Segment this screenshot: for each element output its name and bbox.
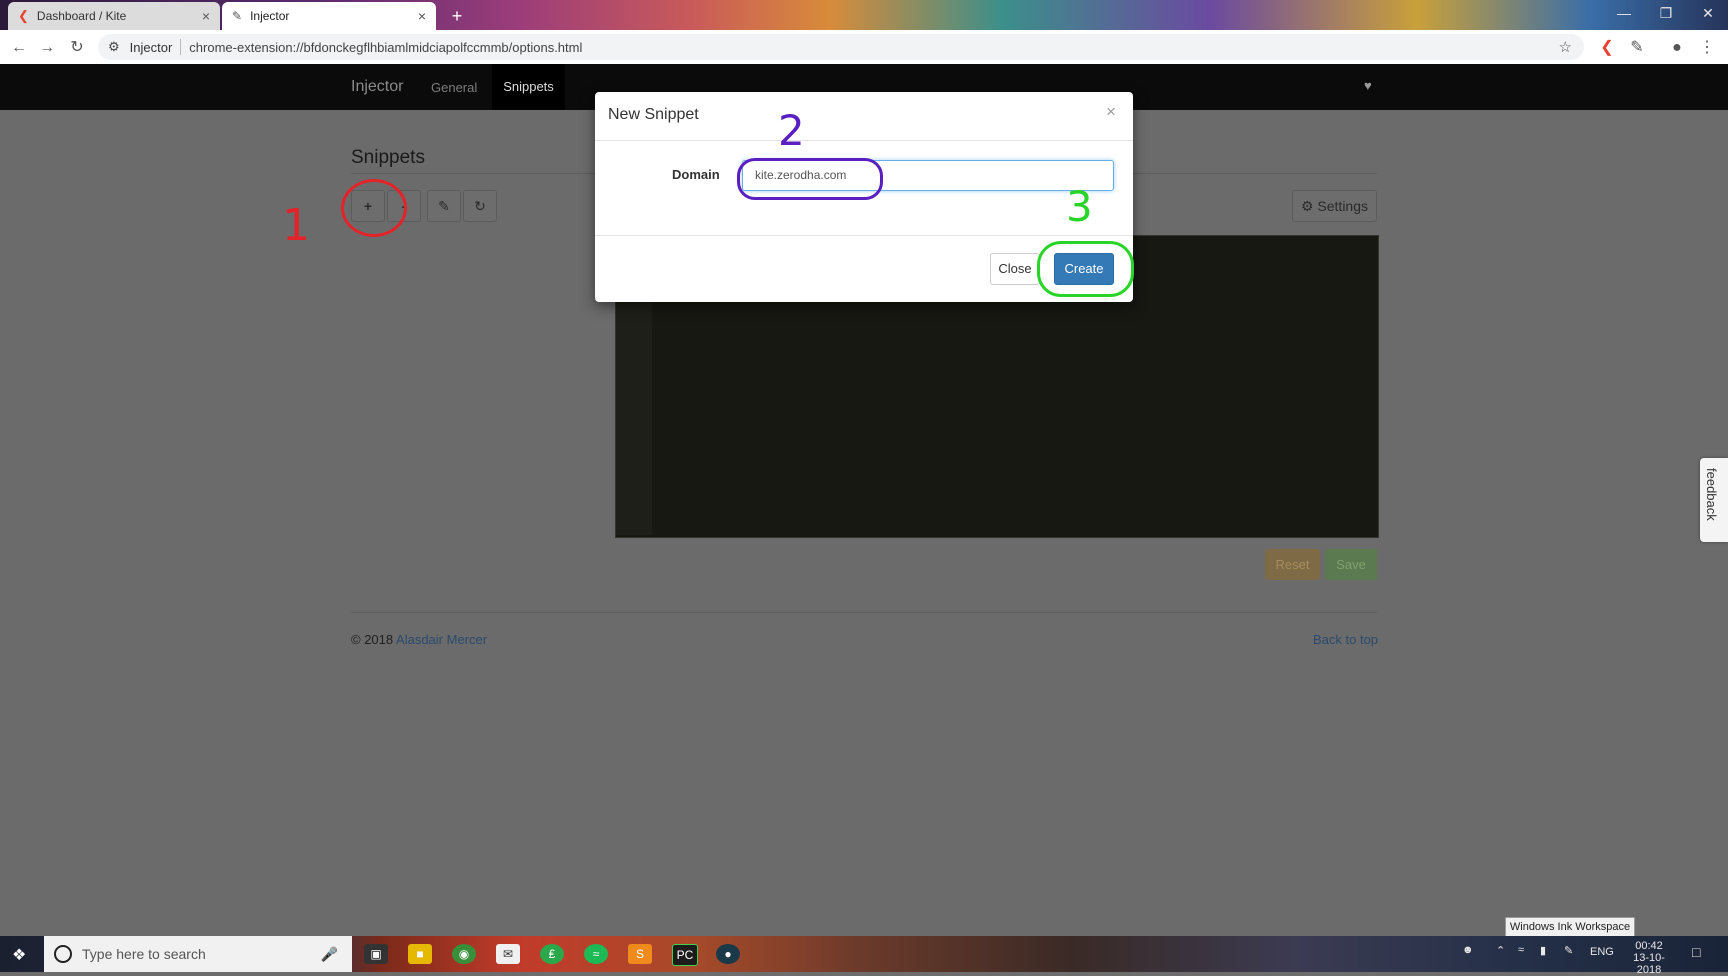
battery-icon[interactable]: ▮ [1540, 944, 1546, 957]
site-label: Injector [129, 39, 173, 55]
search-placeholder: Type here to search [82, 946, 206, 962]
url-text[interactable]: chrome-extension://bfdonckegflhbiamlmidc… [189, 40, 582, 55]
modal-close-icon[interactable]: × [1106, 102, 1116, 122]
edit-snippet-button[interactable]: ✎ [427, 190, 461, 222]
save-button[interactable]: Save [1325, 549, 1377, 580]
action-center-icon[interactable]: □ [1692, 944, 1700, 960]
people-icon[interactable]: ☻ [1462, 944, 1474, 956]
modal-title: New Snippet [608, 106, 699, 123]
clock[interactable]: 00:42 13-10-2018 [1624, 940, 1674, 976]
kite-extension-icon[interactable]: ❮ [1596, 37, 1618, 59]
divider [595, 140, 1133, 141]
spotify-icon[interactable]: ≈ [584, 944, 608, 964]
reset-button[interactable]: Reset [1265, 549, 1320, 580]
nav-general[interactable]: General [431, 80, 477, 95]
chevron-up-icon[interactable]: ⌃ [1496, 944, 1505, 957]
back-to-top-link[interactable]: Back to top [1313, 632, 1378, 647]
close-window-icon[interactable]: ✕ [1688, 0, 1728, 26]
tab-title: Dashboard / Kite [36, 9, 127, 23]
annotation-step-2: 2 [778, 106, 805, 155]
task-view-icon[interactable]: ▣ [364, 944, 388, 964]
annotation-circle-3 [1037, 241, 1134, 297]
annotation-step-1: 1 [282, 200, 310, 251]
language-indicator[interactable]: ENG [1590, 946, 1614, 958]
cortana-icon [54, 945, 72, 963]
file-explorer-icon[interactable]: ■ [408, 944, 432, 964]
divider [180, 39, 182, 55]
back-icon[interactable]: ← [8, 37, 30, 59]
microphone-icon[interactable]: 🎤 [321, 946, 338, 963]
minimize-icon[interactable]: — [1604, 0, 1644, 26]
app-icon-2[interactable]: ● [716, 944, 740, 964]
close-tab-icon[interactable]: × [202, 8, 210, 24]
mail-icon[interactable]: ✉ [496, 944, 520, 964]
nav-snippets[interactable]: Snippets [492, 64, 565, 110]
divider [351, 612, 1377, 613]
restore-icon[interactable]: ❐ [1646, 0, 1686, 26]
copyright-text: © 2018 [351, 632, 394, 647]
refresh-icon: ↻ [474, 198, 486, 214]
tab-dashboard-kite[interactable]: ❮ Dashboard / Kite × [8, 2, 220, 30]
profile-avatar-icon[interactable]: ● [1666, 37, 1688, 59]
bookmark-star-icon[interactable]: ☆ [1559, 38, 1572, 56]
heart-icon[interactable]: ♥ [1364, 78, 1372, 93]
pycharm-icon[interactable]: PC [672, 944, 698, 966]
tab-injector[interactable]: ✎ Injector × [222, 2, 436, 30]
sublime-text-icon[interactable]: S [628, 944, 652, 964]
author-link[interactable]: Alasdair Mercer [396, 632, 487, 647]
menu-icon[interactable]: ⋮ [1696, 37, 1718, 59]
app-brand[interactable]: Injector [351, 78, 403, 96]
puzzle-icon: ⚙ [108, 39, 120, 54]
injector-favicon-icon: ✎ [232, 9, 243, 23]
feedback-tab[interactable]: feedback [1700, 458, 1728, 542]
annotation-step-3: 3 [1066, 182, 1093, 231]
settings-button[interactable]: ⚙ Settings [1292, 190, 1377, 222]
gear-icon: ⚙ [1300, 198, 1314, 214]
annotation-circle-2 [737, 158, 883, 200]
refresh-button[interactable]: ↻ [463, 190, 497, 222]
annotation-circle-1 [341, 179, 407, 237]
forward-icon[interactable]: → [36, 37, 58, 59]
divider [595, 235, 1133, 236]
pencil-icon: ✎ [438, 198, 450, 214]
time: 00:42 [1635, 940, 1663, 952]
chrome-icon[interactable]: ◉ [452, 944, 476, 964]
injector-extension-icon[interactable]: ✎ [1626, 37, 1648, 59]
pen-icon[interactable]: ✎ [1564, 944, 1573, 957]
windows-start-icon[interactable]: ❖ [12, 945, 26, 965]
footer-copyright: © 2018 Alasdair Mercer [351, 632, 487, 647]
close-tab-icon[interactable]: × [418, 8, 426, 24]
settings-label: Settings [1317, 198, 1369, 214]
tooltip: Windows Ink Workspace [1505, 917, 1635, 937]
tab-title: Injector [250, 9, 290, 23]
reload-icon[interactable]: ↻ [66, 37, 88, 59]
kite-favicon-icon: ❮ [18, 8, 29, 23]
domain-label: Domain [672, 167, 720, 182]
close-button[interactable]: Close [990, 253, 1040, 285]
new-tab-button[interactable]: + [446, 6, 468, 26]
page-title: Snippets [351, 147, 425, 168]
address-bar[interactable]: ⚙ Injector chrome-extension://bfdonckegf… [98, 34, 1584, 60]
taskbar-search[interactable]: Type here to search 🎤 [44, 936, 352, 972]
feedback-label: feedback [1704, 468, 1719, 521]
wifi-icon[interactable]: ≈ [1518, 944, 1524, 956]
date: 13-10-2018 [1633, 952, 1665, 976]
app-icon[interactable]: ₤ [540, 944, 564, 964]
